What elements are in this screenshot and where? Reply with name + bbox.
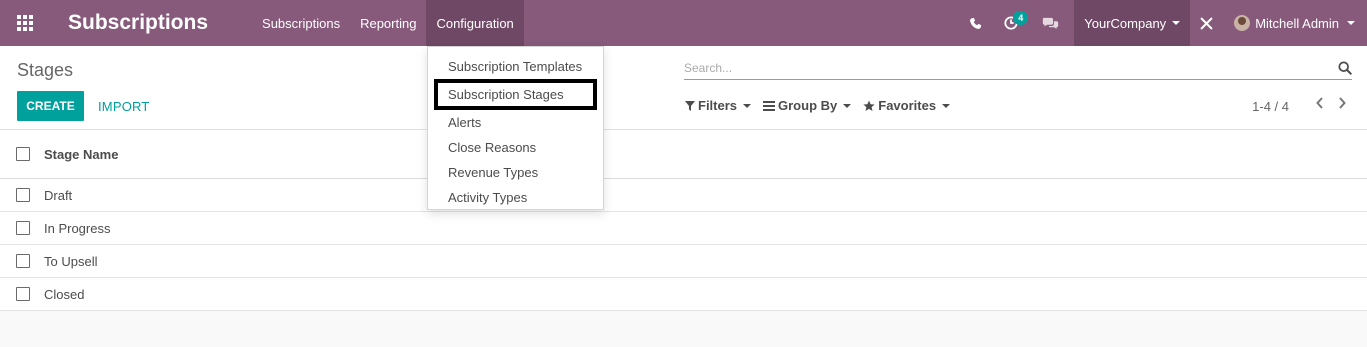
app-title[interactable]: Subscriptions [68,11,208,35]
table-row[interactable]: Draft [0,179,1367,212]
stages-list: Stage Name Draft In Progress To Upsell C… [0,130,1367,311]
top-navbar: Subscriptions Subscriptions Reporting Co… [0,0,1367,46]
select-all-checkbox[interactable] [16,147,30,161]
table-row[interactable]: Closed [0,278,1367,311]
user-avatar [1234,15,1251,31]
breadcrumb: Stages [17,60,74,80]
pager-navigation [1315,96,1347,113]
star-icon [863,100,875,111]
company-name: YourCompany [1084,15,1167,31]
apps-grid-icon [17,15,33,31]
caret-down-icon [1172,21,1181,25]
filter-icon [685,100,695,111]
table-row[interactable]: To Upsell [0,245,1367,278]
activity-clock-icon[interactable]: 4 [992,0,1030,46]
user-menu[interactable]: Mitchell Admin [1222,0,1367,46]
chat-bubbles-icon[interactable] [1030,0,1070,46]
create-button[interactable]: CREATE [17,91,84,121]
list-header: Stage Name [0,130,1367,179]
menu-item-close-reasons[interactable]: Close Reasons [428,135,603,160]
search-icon[interactable] [1338,61,1352,78]
debug-tools-icon[interactable] [1190,0,1222,46]
groupby-label: Group By [778,98,838,113]
row-checkbox[interactable] [16,221,30,235]
caret-down-icon [942,103,951,108]
menu-item-subscription-stages[interactable]: Subscription Stages [434,79,597,110]
chevron-right-icon[interactable] [1337,96,1347,113]
filters-button[interactable]: Filters [685,98,752,113]
company-switcher[interactable]: YourCompany [1074,0,1191,46]
phone-icon[interactable] [958,0,992,46]
caret-down-icon [1347,21,1355,25]
favorites-button[interactable]: Favorites [863,98,951,113]
row-checkbox[interactable] [16,254,30,268]
row-checkbox[interactable] [16,188,30,202]
groupby-button[interactable]: Group By [763,98,852,113]
main-menu: Subscriptions Reporting Configuration [252,0,524,46]
filters-label: Filters [698,98,738,113]
control-panel: Stages CREATE IMPORT Filters Group By Fa… [0,46,1367,130]
menu-subscriptions[interactable]: Subscriptions [252,0,350,46]
caret-down-icon [843,103,852,108]
chevron-left-icon[interactable] [1315,96,1325,113]
search-input[interactable] [684,58,1324,78]
stage-name-cell: To Upsell [44,253,98,269]
search-options: Filters Group By Favorites [685,98,962,113]
group-by-icon [763,100,776,111]
menu-item-subscription-templates[interactable]: Subscription Templates [428,54,603,79]
stage-name-cell: Draft [44,187,73,203]
caret-down-icon [743,103,752,108]
row-checkbox[interactable] [16,287,30,301]
menu-item-alerts[interactable]: Alerts [428,110,603,135]
menu-reporting[interactable]: Reporting [350,0,426,46]
stage-name-cell: In Progress [44,220,111,236]
menu-configuration[interactable]: Configuration [426,0,524,46]
pager-value[interactable]: 1-4 / 4 [1252,99,1289,114]
activity-count-badge: 4 [1013,11,1029,25]
menu-item-revenue-types[interactable]: Revenue Types [428,160,603,185]
table-row[interactable]: In Progress [0,212,1367,245]
search-bar [684,58,1352,80]
apps-menu-button[interactable] [2,0,48,46]
user-name: Mitchell Admin [1255,15,1339,31]
configuration-dropdown: Subscription Templates Subscription Stag… [427,46,604,210]
favorites-label: Favorites [878,98,937,113]
import-button[interactable]: IMPORT [98,99,150,114]
column-header-stage-name[interactable]: Stage Name [44,147,118,162]
stage-name-cell: Closed [44,286,85,302]
systray: 4 YourCompany Mitchell Admin [958,0,1367,46]
menu-item-activity-types[interactable]: Activity Types [428,185,603,210]
